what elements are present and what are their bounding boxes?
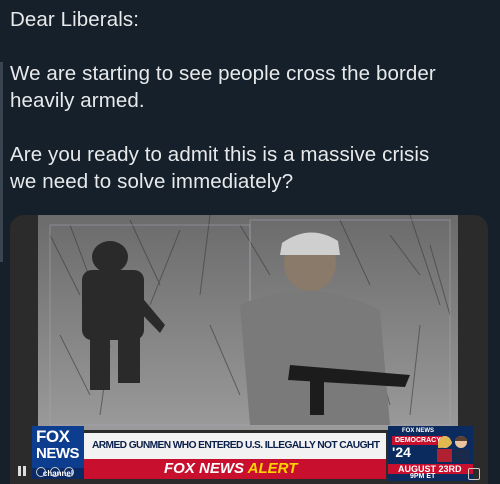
left-accent-bar — [0, 62, 3, 262]
video-progress-dots-icon — [36, 467, 106, 477]
post-text: Dear Liberals: We are starting to see pe… — [10, 6, 490, 195]
badge-network: FOX NEWS — [402, 428, 435, 434]
pause-icon[interactable] — [18, 466, 26, 476]
post-paragraph-2-line-1: Are you ready to admit this is a massive… — [10, 143, 430, 166]
video-controls[interactable] — [12, 463, 132, 481]
post-paragraph-1-line-2: heavily armed. — [10, 89, 145, 112]
hosts-image — [437, 436, 469, 462]
alert-network: FOX NEWS — [164, 460, 245, 477]
ticker-headline: ARMED GUNMEN WHO ENTERED U.S. ILLEGALLY … — [84, 433, 386, 459]
democracy-24-badge: FOX NEWS DEMOCRACY '24 AUGUST 23RD 9PM E… — [388, 426, 473, 481]
logo-news-text: NEWS — [36, 445, 80, 462]
expand-icon[interactable] — [468, 468, 480, 480]
post-video[interactable]: FOX NEWS channel ARMED GUNMEN WHO ENTERE… — [10, 215, 488, 484]
badge-year: '24 — [392, 444, 411, 460]
fox-news-logo: FOX NEWS channel — [32, 426, 84, 479]
logo-fox-text: FOX — [36, 427, 70, 446]
post-greeting: Dear Liberals: — [10, 8, 140, 31]
badge-time: 9PM ET — [410, 473, 436, 480]
alert-word: ALERT — [247, 460, 298, 477]
post-paragraph-2-line-2: we need to solve immediately? — [10, 170, 294, 193]
post-paragraph-1-line-1: We are starting to see people cross the … — [10, 62, 436, 85]
